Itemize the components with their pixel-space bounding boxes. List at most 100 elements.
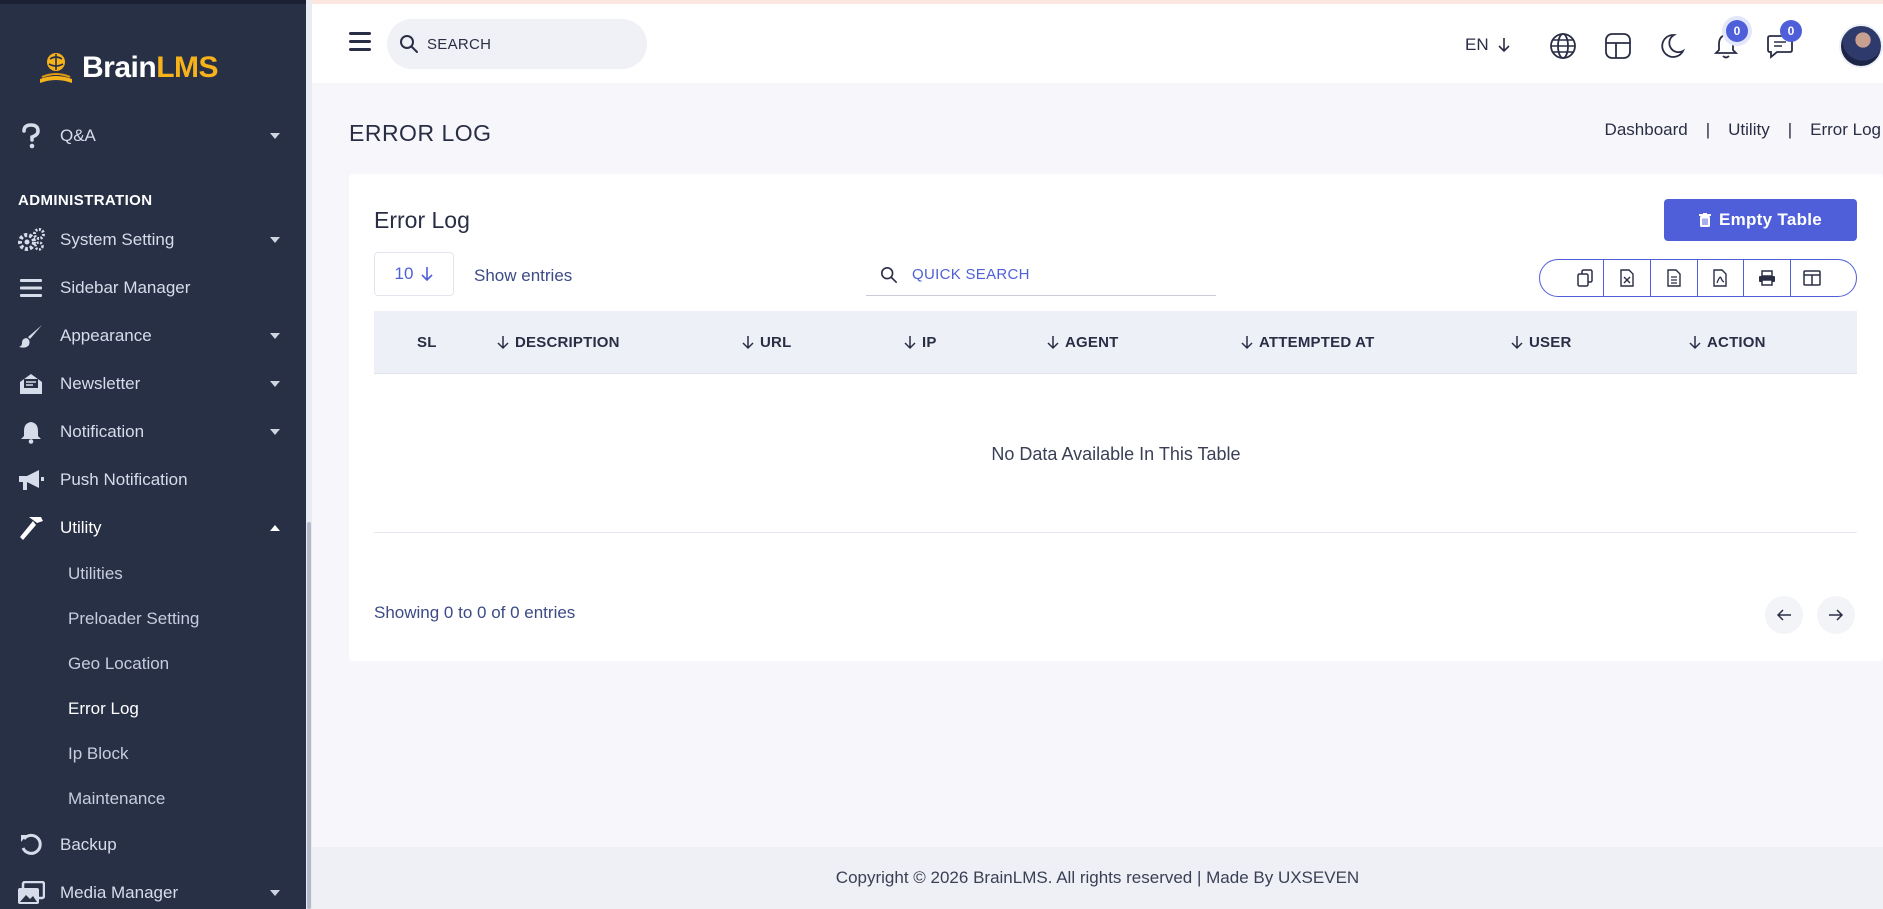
sidebar-subitem-utilities[interactable]: Utilities bbox=[68, 564, 123, 584]
sidebar-item-qa[interactable]: Q&A bbox=[0, 116, 307, 156]
csv-export-button[interactable] bbox=[1651, 260, 1698, 296]
sidebar-item-appearance[interactable]: Appearance bbox=[0, 316, 307, 356]
sidebar-item-label: Media Manager bbox=[60, 883, 179, 902]
page-title: ERROR LOG bbox=[349, 120, 492, 146]
moon-icon[interactable] bbox=[1656, 30, 1688, 62]
scrollbar-thumb[interactable] bbox=[307, 522, 311, 909]
language-label: EN bbox=[1465, 35, 1489, 54]
next-page-button[interactable] bbox=[1817, 596, 1855, 634]
search-icon bbox=[880, 266, 898, 283]
sidebar-item-label: Q&A bbox=[60, 126, 96, 145]
sidebar-item-label: System Setting bbox=[60, 230, 175, 249]
section-title-administration: ADMINISTRATION bbox=[18, 192, 153, 209]
sort-arrow-icon bbox=[1689, 336, 1701, 350]
sidebar-item-utility[interactable]: Utility bbox=[0, 508, 307, 548]
megaphone-icon bbox=[16, 467, 46, 493]
chevron-down-icon bbox=[270, 237, 280, 243]
column-label: ATTEMPTED AT bbox=[1259, 334, 1375, 351]
sidebar-subitem-maintenance[interactable]: Maintenance bbox=[68, 789, 165, 809]
column-header-description[interactable]: DESCRIPTION bbox=[497, 334, 620, 351]
globe-icon[interactable] bbox=[1547, 30, 1579, 62]
brain-book-logo-icon bbox=[36, 49, 76, 87]
table-divider bbox=[374, 532, 1857, 533]
search-input[interactable]: SEARCH bbox=[387, 19, 647, 69]
sidebar-subitem-geo-location[interactable]: Geo Location bbox=[68, 654, 169, 674]
images-icon bbox=[16, 880, 46, 906]
column-header-action[interactable]: ACTION bbox=[1689, 334, 1766, 351]
sidebar-item-media-manager[interactable]: Media Manager bbox=[0, 873, 307, 909]
pdf-export-button[interactable] bbox=[1698, 260, 1745, 296]
excel-icon bbox=[1619, 269, 1634, 287]
entries-value: 10 bbox=[394, 264, 414, 283]
notifications-bell-icon[interactable]: 0 bbox=[1710, 20, 1748, 62]
show-entries-label: Show entries bbox=[474, 266, 573, 285]
sidebar-item-label: Utility bbox=[60, 518, 102, 537]
entries-per-page-select[interactable]: 10 bbox=[374, 252, 454, 296]
empty-table-button[interactable]: Empty Table bbox=[1664, 199, 1857, 241]
sort-arrow-icon bbox=[1047, 336, 1059, 350]
user-avatar[interactable] bbox=[1839, 24, 1883, 68]
sidebar-item-label: Notification bbox=[60, 422, 145, 441]
previous-page-button[interactable] bbox=[1765, 596, 1803, 634]
sidebar-item-newsletter[interactable]: Newsletter bbox=[0, 364, 307, 404]
sidebar-subitem-ip-block[interactable]: Ip Block bbox=[68, 744, 128, 764]
sort-arrow-icon bbox=[1511, 336, 1523, 350]
export-button-group bbox=[1539, 259, 1857, 297]
brush-icon bbox=[16, 323, 46, 349]
question-icon bbox=[16, 123, 46, 149]
column-header-sl[interactable]: SL bbox=[417, 334, 437, 351]
csv-icon bbox=[1666, 269, 1681, 287]
column-label: SL bbox=[417, 334, 437, 351]
copy-icon bbox=[1577, 269, 1593, 287]
column-visibility-button[interactable] bbox=[1791, 260, 1856, 296]
copyright-text: Copyright © 2026 BrainLMS. All rights re… bbox=[835, 868, 1360, 887]
chevron-down-icon bbox=[270, 429, 280, 435]
column-label: ACTION bbox=[1707, 334, 1766, 351]
chevron-down-icon bbox=[270, 133, 280, 139]
arrow-right-icon bbox=[1829, 609, 1844, 621]
column-header-agent[interactable]: AGENT bbox=[1047, 334, 1119, 351]
sidebar-subitem-error-log[interactable]: Error Log bbox=[68, 699, 139, 719]
brand-logo[interactable]: BrainLMS bbox=[36, 48, 219, 88]
column-header-attempted-at[interactable]: ATTEMPTED AT bbox=[1241, 334, 1374, 351]
sidebar-item-backup[interactable]: Backup bbox=[0, 825, 307, 865]
sidebar-subitem-preloader-setting[interactable]: Preloader Setting bbox=[68, 609, 199, 629]
bell-icon bbox=[16, 419, 46, 445]
column-label: IP bbox=[922, 334, 937, 351]
print-icon bbox=[1759, 270, 1776, 286]
sidebar-item-label: Newsletter bbox=[60, 374, 141, 393]
excel-export-button[interactable] bbox=[1604, 260, 1651, 296]
chevron-down-icon bbox=[270, 890, 280, 896]
sidebar-item-sidebar-manager[interactable]: Sidebar Manager bbox=[0, 268, 307, 308]
breadcrumb-utility[interactable]: Utility bbox=[1728, 120, 1770, 140]
sidebar-item-notification[interactable]: Notification bbox=[0, 412, 307, 452]
sort-arrow-icon bbox=[742, 336, 754, 350]
empty-table-label: Empty Table bbox=[1718, 210, 1823, 229]
column-header-user[interactable]: USER bbox=[1511, 334, 1571, 351]
undo-icon bbox=[16, 832, 46, 858]
breadcrumb-separator: | bbox=[1787, 120, 1793, 139]
sidebar-scrollbar[interactable] bbox=[306, 0, 312, 909]
search-placeholder: SEARCH bbox=[427, 35, 492, 53]
pagination-info: Showing 0 to 0 of 0 entries bbox=[374, 603, 576, 622]
hamburger-menu-icon[interactable] bbox=[349, 32, 371, 51]
arrow-left-icon bbox=[1776, 609, 1791, 621]
pdf-icon bbox=[1713, 269, 1728, 287]
column-header-ip[interactable]: IP bbox=[904, 334, 937, 351]
columns-icon bbox=[1803, 270, 1821, 286]
column-header-url[interactable]: URL bbox=[742, 334, 791, 351]
messages-icon[interactable]: 0 bbox=[1764, 20, 1802, 62]
column-label: USER bbox=[1529, 334, 1572, 351]
quick-search-input[interactable]: QUICK SEARCH bbox=[866, 254, 1216, 296]
column-label: DESCRIPTION bbox=[515, 334, 620, 351]
breadcrumb-dashboard[interactable]: Dashboard bbox=[1605, 120, 1688, 140]
copy-button[interactable] bbox=[1540, 260, 1604, 296]
print-button[interactable] bbox=[1744, 260, 1792, 296]
language-selector[interactable]: EN bbox=[1465, 35, 1511, 55]
notifications-count-badge: 0 bbox=[1726, 20, 1748, 42]
column-label: AGENT bbox=[1065, 334, 1119, 351]
envelope-open-icon bbox=[16, 371, 46, 397]
layout-icon[interactable] bbox=[1602, 30, 1634, 62]
sidebar-item-push-notification[interactable]: Push Notification bbox=[0, 460, 307, 500]
sidebar-item-system-setting[interactable]: System Setting bbox=[0, 220, 307, 260]
